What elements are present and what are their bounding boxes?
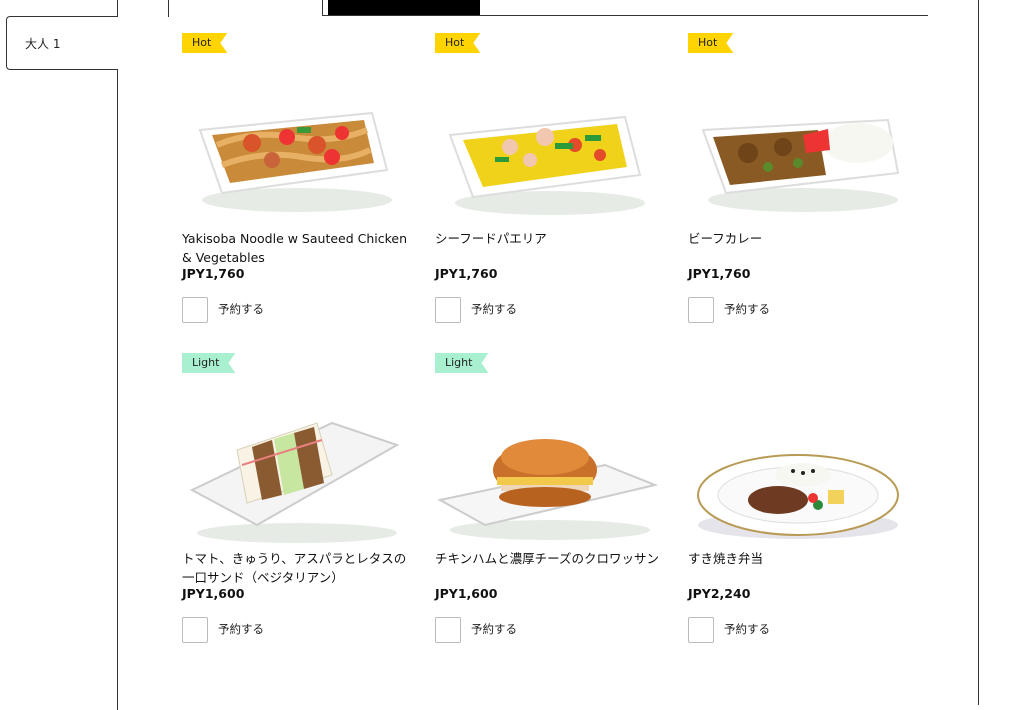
meal-tag: Hot xyxy=(435,33,480,53)
meal-name: ビーフカレー xyxy=(688,231,763,246)
meal-name: トマト、きゅうり、アスパラとレタスの一口サンド（ベジタリアン） xyxy=(182,551,407,585)
panel-border-left xyxy=(117,70,118,710)
reserve-checkbox[interactable] xyxy=(182,617,208,643)
active-tab-indicator[interactable] xyxy=(328,0,480,15)
croissant-sandwich-plate-image xyxy=(437,439,659,540)
reserve-label: 予約する xyxy=(471,302,517,316)
panel-border-right xyxy=(978,0,979,705)
reserve-checkbox[interactable] xyxy=(182,297,208,323)
sukiyaki-bento-plate-image xyxy=(697,454,899,539)
reserve-label: 予約する xyxy=(218,622,264,636)
meal-price: JPY1,600 xyxy=(435,586,498,601)
reserve-label: 予約する xyxy=(471,622,517,636)
meal-tag: Hot xyxy=(688,33,733,53)
meal-card: Hot Yakisoba Noodle w Sauteed Chicken & … xyxy=(182,33,422,333)
meal-price: JPY2,240 xyxy=(688,586,751,601)
meal-name: Yakisoba Noodle w Sauteed Chicken & Vege… xyxy=(182,231,408,265)
top-divider xyxy=(168,0,169,17)
meal-price: JPY1,760 xyxy=(435,266,498,281)
meal-card: すき焼き弁当 JPY2,240 予約する xyxy=(688,353,928,653)
reserve-checkbox[interactable] xyxy=(435,617,461,643)
meal-price: JPY1,760 xyxy=(688,266,751,281)
reserve-checkbox[interactable] xyxy=(435,297,461,323)
meal-tag: Light xyxy=(435,353,488,373)
reserve-label: 予約する xyxy=(724,302,770,316)
meal-price: JPY1,760 xyxy=(182,266,245,281)
meal-tag: Light xyxy=(182,353,235,373)
vegetable-sandwich-plate-image xyxy=(189,421,400,543)
meal-card: Hot ビーフカレー JPY1,760 予約する xyxy=(688,33,928,333)
meal-card: Light トマト、きゅうり、アスパラとレタスの一口サンド（ベジタリアン） JP… xyxy=(182,353,422,653)
seafood-paella-dish-image xyxy=(448,115,645,215)
passenger-label: 大人 1 xyxy=(25,37,61,51)
beef-curry-dish-image xyxy=(701,118,900,212)
meal-tag: Hot xyxy=(182,33,227,53)
meal-card: Hot シーフードパエリア JPY1,760 予約する xyxy=(435,33,675,333)
meal-name: チキンハムと濃厚チーズのクロワッサン xyxy=(435,551,660,566)
meal-name: すき焼き弁当 xyxy=(688,551,764,566)
passenger-tab[interactable]: 大人 1 xyxy=(6,16,118,70)
meal-name: シーフードパエリア xyxy=(435,231,547,246)
tab-stub-line xyxy=(117,0,118,16)
meal-price: JPY1,600 xyxy=(182,586,245,601)
reserve-checkbox[interactable] xyxy=(688,297,714,323)
reserve-label: 予約する xyxy=(724,622,770,636)
reserve-checkbox[interactable] xyxy=(688,617,714,643)
reserve-label: 予約する xyxy=(218,302,264,316)
meal-card: Light チキンハムと濃厚チーズのクロワッサン JPY1,600 予約する xyxy=(435,353,675,653)
yakisoba-noodle-dish-image xyxy=(198,111,392,212)
